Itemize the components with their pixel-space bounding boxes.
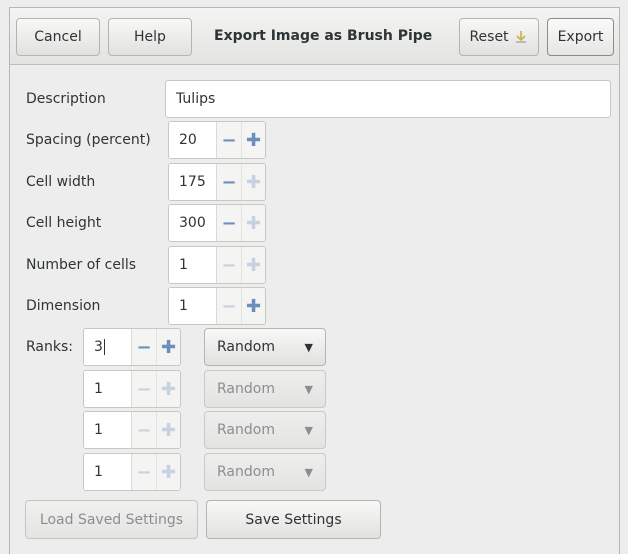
- text-cursor: [103, 339, 105, 355]
- description-input[interactable]: Tulips: [165, 80, 611, 118]
- cancel-label: Cancel: [34, 29, 82, 45]
- export-button[interactable]: Export: [547, 18, 614, 56]
- number-of-cells-spinbutton: 1 − ✚: [168, 246, 266, 284]
- reset-button[interactable]: Reset: [459, 18, 539, 56]
- rank-2-selection-combo[interactable]: Random ▼: [204, 370, 326, 408]
- rank-2-increment-button[interactable]: ✚: [156, 371, 180, 407]
- rank-1-input[interactable]: 3: [84, 329, 132, 365]
- dropdown-arrow-icon: ▼: [304, 340, 313, 354]
- rank-4-selection-value: Random: [217, 464, 275, 480]
- rank-1-spinbutton: 3 − ✚: [83, 328, 181, 366]
- cell-height-spinbutton: 300 − ✚: [168, 204, 266, 242]
- rank-1-selection-combo[interactable]: Random ▼: [204, 328, 326, 366]
- description-value: Tulips: [176, 91, 216, 107]
- rank-1-decrement-button[interactable]: −: [132, 329, 156, 365]
- dialog-title: Export Image as Brush Pipe: [214, 28, 433, 44]
- dropdown-arrow-icon: ▼: [304, 465, 313, 479]
- ranks-label: Ranks:: [26, 339, 73, 355]
- save-settings-label: Save Settings: [245, 511, 342, 528]
- rank-4-selection-combo[interactable]: Random ▼: [204, 453, 326, 491]
- rank-4-spinbutton: 1 − ✚: [83, 453, 181, 491]
- rank-1-selection-value: Random: [217, 339, 275, 355]
- dimension-spinbutton: 1 − ✚: [168, 287, 266, 325]
- rank-3-selection-combo[interactable]: Random ▼: [204, 411, 326, 449]
- help-label: Help: [134, 29, 166, 45]
- cell-width-label: Cell width: [26, 174, 96, 190]
- export-label: Export: [557, 29, 604, 45]
- rank-3-spinbutton: 1 − ✚: [83, 411, 181, 449]
- rank-2-decrement-button[interactable]: −: [132, 371, 156, 407]
- number-of-cells-label: Number of cells: [26, 257, 137, 273]
- rank-2-spinbutton: 1 − ✚: [83, 370, 181, 408]
- spacing-input[interactable]: 20: [169, 122, 217, 158]
- number-of-cells-decrement-button[interactable]: −: [217, 247, 241, 283]
- rank-1-value: 3: [94, 339, 103, 355]
- save-settings-button[interactable]: Save Settings: [206, 500, 381, 539]
- dimension-increment-button[interactable]: ✚: [241, 288, 265, 324]
- cell-width-increment-button[interactable]: ✚: [241, 164, 265, 200]
- rank-4-input[interactable]: 1: [84, 454, 132, 490]
- rank-4-increment-button[interactable]: ✚: [156, 454, 180, 490]
- dimension-input[interactable]: 1: [169, 288, 217, 324]
- cell-width-spinbutton: 175 − ✚: [168, 163, 266, 201]
- rank-1-increment-button[interactable]: ✚: [156, 329, 180, 365]
- rank-2-input[interactable]: 1: [84, 371, 132, 407]
- rank-2-selection-value: Random: [217, 381, 275, 397]
- reset-icon: [515, 31, 526, 43]
- number-of-cells-increment-button[interactable]: ✚: [241, 247, 265, 283]
- load-saved-settings-label: Load Saved Settings: [39, 511, 184, 528]
- cell-height-label: Cell height: [26, 215, 102, 231]
- spacing-label: Spacing (percent): [26, 132, 151, 148]
- cell-height-decrement-button[interactable]: −: [217, 205, 241, 241]
- dropdown-arrow-icon: ▼: [304, 382, 313, 396]
- cell-height-increment-button[interactable]: ✚: [241, 205, 265, 241]
- rank-4-decrement-button[interactable]: −: [132, 454, 156, 490]
- spacing-spinbutton: 20 − ✚: [168, 121, 266, 159]
- dropdown-arrow-icon: ▼: [304, 423, 313, 437]
- rank-3-increment-button[interactable]: ✚: [156, 412, 180, 448]
- cell-height-input[interactable]: 300: [169, 205, 217, 241]
- load-saved-settings-button[interactable]: Load Saved Settings: [25, 500, 198, 539]
- cell-width-decrement-button[interactable]: −: [217, 164, 241, 200]
- reset-label: Reset: [469, 29, 509, 45]
- cancel-button[interactable]: Cancel: [16, 18, 100, 56]
- number-of-cells-input[interactable]: 1: [169, 247, 217, 283]
- cell-width-input[interactable]: 175: [169, 164, 217, 200]
- rank-3-decrement-button[interactable]: −: [132, 412, 156, 448]
- rank-3-selection-value: Random: [217, 422, 275, 438]
- spacing-decrement-button[interactable]: −: [217, 122, 241, 158]
- help-button[interactable]: Help: [108, 18, 192, 56]
- dimension-decrement-button[interactable]: −: [217, 288, 241, 324]
- header-bar: Cancel Help Export Image as Brush Pipe R…: [10, 8, 619, 65]
- export-brush-pipe-dialog: Cancel Help Export Image as Brush Pipe R…: [9, 7, 620, 554]
- spacing-increment-button[interactable]: ✚: [241, 122, 265, 158]
- dimension-label: Dimension: [26, 298, 101, 314]
- rank-3-input[interactable]: 1: [84, 412, 132, 448]
- description-label: Description: [26, 91, 106, 107]
